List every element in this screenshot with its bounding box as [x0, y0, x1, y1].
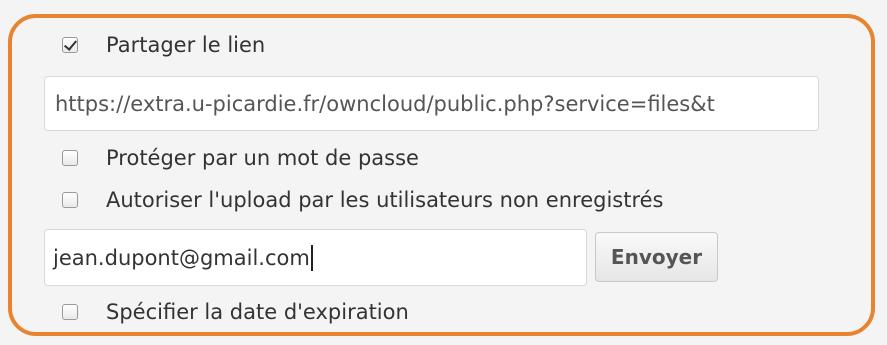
share-link-label: Partager le lien — [106, 33, 266, 57]
email-value: jean.dupont@gmail.com — [53, 245, 310, 270]
share-link-checkbox[interactable] — [62, 37, 78, 53]
expiration-row: Spécifier la date d'expiration — [62, 297, 409, 327]
text-caret — [310, 244, 313, 271]
password-label: Protéger par un mot de passe — [106, 146, 419, 170]
send-button[interactable]: Envoyer — [595, 232, 718, 282]
share-link-row: Partager le lien — [62, 30, 265, 60]
email-field[interactable]: jean.dupont@gmail.com — [44, 229, 587, 286]
public-upload-checkbox[interactable] — [62, 192, 78, 208]
expiration-label: Spécifier la date d'expiration — [106, 300, 409, 324]
public-upload-label: Autoriser l'upload par les utilisateurs … — [106, 188, 664, 212]
password-row: Protéger par un mot de passe — [62, 143, 419, 173]
share-link-url-field[interactable]: https://extra.u-picardie.fr/owncloud/pub… — [44, 76, 819, 131]
password-checkbox[interactable] — [62, 150, 78, 166]
public-upload-row: Autoriser l'upload par les utilisateurs … — [62, 185, 663, 215]
share-link-url-value: https://extra.u-picardie.fr/owncloud/pub… — [55, 91, 715, 116]
expiration-checkbox[interactable] — [62, 304, 78, 320]
